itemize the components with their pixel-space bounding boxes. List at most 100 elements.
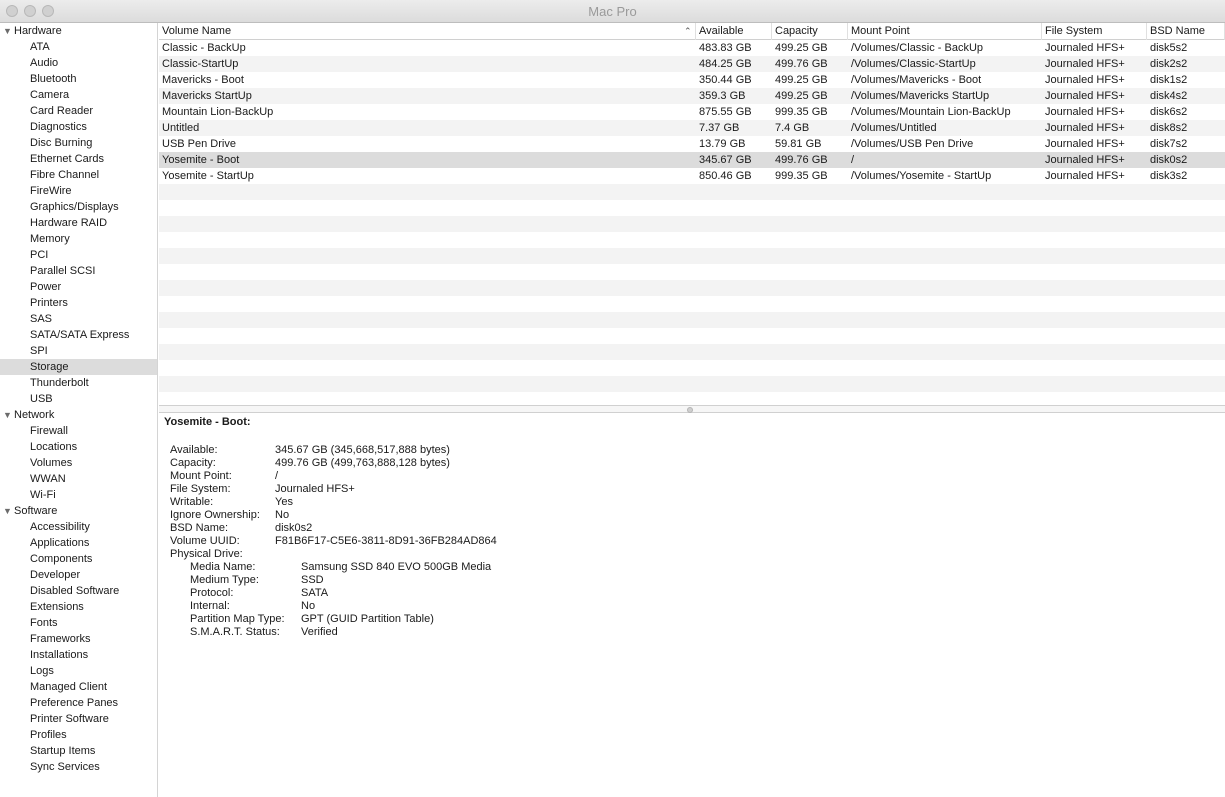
- table-row[interactable]: Classic-StartUp 484.25 GB 499.76 GB/Volume…: [159, 56, 1225, 72]
- column-header-mount-point[interactable]: Mount Point: [848, 23, 1042, 40]
- sidebar-item-profiles[interactable]: Profiles: [0, 727, 157, 743]
- sidebar-item-power[interactable]: Power: [0, 279, 157, 295]
- detail-value: No: [275, 509, 290, 521]
- sidebar-item-applications[interactable]: Applications: [0, 535, 157, 551]
- sidebar-item-firewire[interactable]: FireWire: [0, 183, 157, 199]
- sidebar-item-thunderbolt[interactable]: Thunderbolt: [0, 375, 157, 391]
- empty-row: [159, 232, 1225, 248]
- sidebar-item-ata[interactable]: ATA: [0, 39, 157, 55]
- sidebar-item-wi-fi[interactable]: Wi-Fi: [0, 487, 157, 503]
- table-row[interactable]: Untitled 7.37 GB 7.4 GB/Volumes/Untitled Jo…: [159, 120, 1225, 136]
- empty-row: [159, 216, 1225, 232]
- table-row[interactable]: Mavericks - Boot 350.44 GB 499.25 GB/Volum…: [159, 72, 1225, 88]
- sidebar-item-frameworks[interactable]: Frameworks: [0, 631, 157, 647]
- cell-available: 13.79 GB: [699, 138, 746, 150]
- table-row[interactable]: Yosemite - StartUp 850.46 GB 999.35 GB/Vol…: [159, 168, 1225, 184]
- table-header: Volume Name Available Capacity Mount Point F…: [159, 23, 1225, 40]
- cell-capacity: 499.76 GB: [775, 58, 828, 70]
- sidebar-item-disc-burning[interactable]: Disc Burning: [0, 135, 157, 151]
- sidebar-item-startup-items[interactable]: Startup Items: [0, 743, 157, 759]
- zoom-button[interactable]: [42, 5, 54, 17]
- disclosure-triangle-icon[interactable]: ▼: [3, 407, 12, 423]
- sidebar-item-storage[interactable]: Storage: [0, 359, 157, 375]
- sidebar-item-logs[interactable]: Logs: [0, 663, 157, 679]
- detail-value: SSD: [301, 574, 324, 586]
- sidebar-item-sata-sata-express[interactable]: SATA/SATA Express: [0, 327, 157, 343]
- cell-volume-name: Classic - BackUp: [162, 42, 246, 54]
- table-row[interactable]: Classic - BackUp 483.83 GB 499.25 GB/Volum…: [159, 40, 1225, 56]
- sidebar-item-camera[interactable]: Camera: [0, 87, 157, 103]
- table-row[interactable]: USB Pen Drive 13.79 GB 59.81 GB/Volumes/US…: [159, 136, 1225, 152]
- sidebar-item-sas[interactable]: SAS: [0, 311, 157, 327]
- sidebar-item-developer[interactable]: Developer: [0, 567, 157, 583]
- volumes-table: Volume Name Available Capacity Mount Point F…: [159, 23, 1225, 406]
- sidebar-item-firewall[interactable]: Firewall: [0, 423, 157, 439]
- sidebar-item-printers[interactable]: Printers: [0, 295, 157, 311]
- split-view-divider[interactable]: [159, 405, 1225, 413]
- cell-volume-name: Yosemite - Boot: [162, 154, 240, 166]
- sidebar-item-fonts[interactable]: Fonts: [0, 615, 157, 631]
- minimize-button[interactable]: [24, 5, 36, 17]
- detail-label: Capacity:: [170, 457, 216, 469]
- disclosure-triangle-icon[interactable]: ▼: [3, 23, 12, 39]
- sidebar-item-ethernet-cards[interactable]: Ethernet Cards: [0, 151, 157, 167]
- chevron-up-icon[interactable]: ⌃: [684, 23, 692, 40]
- sidebar-item-parallel-scsi[interactable]: Parallel SCSI: [0, 263, 157, 279]
- sidebar-item-bluetooth[interactable]: Bluetooth: [0, 71, 157, 87]
- cell-mount-point: /Volumes/Mavericks - Boot: [851, 74, 982, 86]
- cell-available: 875.55 GB: [699, 106, 752, 118]
- cell-mount-point: /Volumes/Classic - BackUp: [851, 42, 984, 54]
- sidebar-item-accessibility[interactable]: Accessibility: [0, 519, 157, 535]
- sidebar-item-fibre-channel[interactable]: Fibre Channel: [0, 167, 157, 183]
- close-button[interactable]: [6, 5, 18, 17]
- sidebar-item-extensions[interactable]: Extensions: [0, 599, 157, 615]
- sidebar-item-card-reader[interactable]: Card Reader: [0, 103, 157, 119]
- sidebar-item-locations[interactable]: Locations: [0, 439, 157, 455]
- sidebar-item-sync-services[interactable]: Sync Services: [0, 759, 157, 775]
- sidebar-item-spi[interactable]: SPI: [0, 343, 157, 359]
- detail-label: Protocol:: [190, 587, 234, 599]
- sidebar-item-components[interactable]: Components: [0, 551, 157, 567]
- sidebar-item-preference-panes[interactable]: Preference Panes: [0, 695, 157, 711]
- sidebar-item-usb[interactable]: USB: [0, 391, 157, 407]
- sidebar-item-installations[interactable]: Installations: [0, 647, 157, 663]
- cell-capacity: 999.35 GB: [775, 170, 828, 182]
- sidebar-item-printer-software[interactable]: Printer Software: [0, 711, 157, 727]
- cell-file-system: Journaled HFS+: [1045, 170, 1125, 182]
- empty-row: [159, 344, 1225, 360]
- cell-available: 345.67 GB: [699, 154, 752, 166]
- column-header-file-system[interactable]: File System: [1042, 23, 1147, 40]
- cell-file-system: Journaled HFS+: [1045, 122, 1125, 134]
- sidebar-group-network[interactable]: ▼ Network: [0, 407, 157, 423]
- table-row[interactable]: Mountain Lion-BackUp 875.55 GB 999.35 GB/V…: [159, 104, 1225, 120]
- cell-bsd-name: disk1s2: [1150, 74, 1188, 86]
- sidebar-item-pci[interactable]: PCI: [0, 247, 157, 263]
- sidebar-item-managed-client[interactable]: Managed Client: [0, 679, 157, 695]
- sidebar-item-audio[interactable]: Audio: [0, 55, 157, 71]
- cell-volume-name: Mavericks - Boot: [162, 74, 244, 86]
- sidebar-group-hardware[interactable]: ▼ Hardware: [0, 23, 157, 39]
- empty-row: [159, 280, 1225, 296]
- sidebar-item-diagnostics[interactable]: Diagnostics: [0, 119, 157, 135]
- column-header-volume-name[interactable]: Volume Name: [159, 23, 696, 40]
- detail-label: Internal:: [190, 600, 230, 612]
- cell-mount-point: /Volumes/Classic-StartUp: [851, 58, 976, 70]
- table-row[interactable]: Mavericks StartUp 359.3 GB 499.25 GB/Volum…: [159, 88, 1225, 104]
- table-row[interactable]: Yosemite - Boot 345.67 GB 499.76 GB / Journa…: [159, 152, 1225, 168]
- sidebar-item-graphics-displays[interactable]: Graphics/Displays: [0, 199, 157, 215]
- detail-value: No: [301, 600, 316, 612]
- cell-capacity: 7.4 GB: [775, 122, 810, 134]
- sidebar-item-volumes[interactable]: Volumes: [0, 455, 157, 471]
- disclosure-triangle-icon[interactable]: ▼: [3, 503, 12, 519]
- cell-mount-point: /Volumes/USB Pen Drive: [851, 138, 974, 150]
- sidebar-item-wwan[interactable]: WWAN: [0, 471, 157, 487]
- scrollbar[interactable]: [1219, 40, 1225, 400]
- sidebar-group-software[interactable]: ▼ Software: [0, 503, 157, 519]
- sidebar-item-disabled-software[interactable]: Disabled Software: [0, 583, 157, 599]
- column-header-available[interactable]: Available: [696, 23, 772, 40]
- column-header-bsd-name[interactable]: BSD Name: [1147, 23, 1225, 40]
- sidebar-item-hardware-raid[interactable]: Hardware RAID: [0, 215, 157, 231]
- detail-value: GPT (GUID Partition Table): [301, 613, 434, 625]
- column-header-capacity[interactable]: Capacity: [772, 23, 848, 40]
- sidebar-item-memory[interactable]: Memory: [0, 231, 157, 247]
